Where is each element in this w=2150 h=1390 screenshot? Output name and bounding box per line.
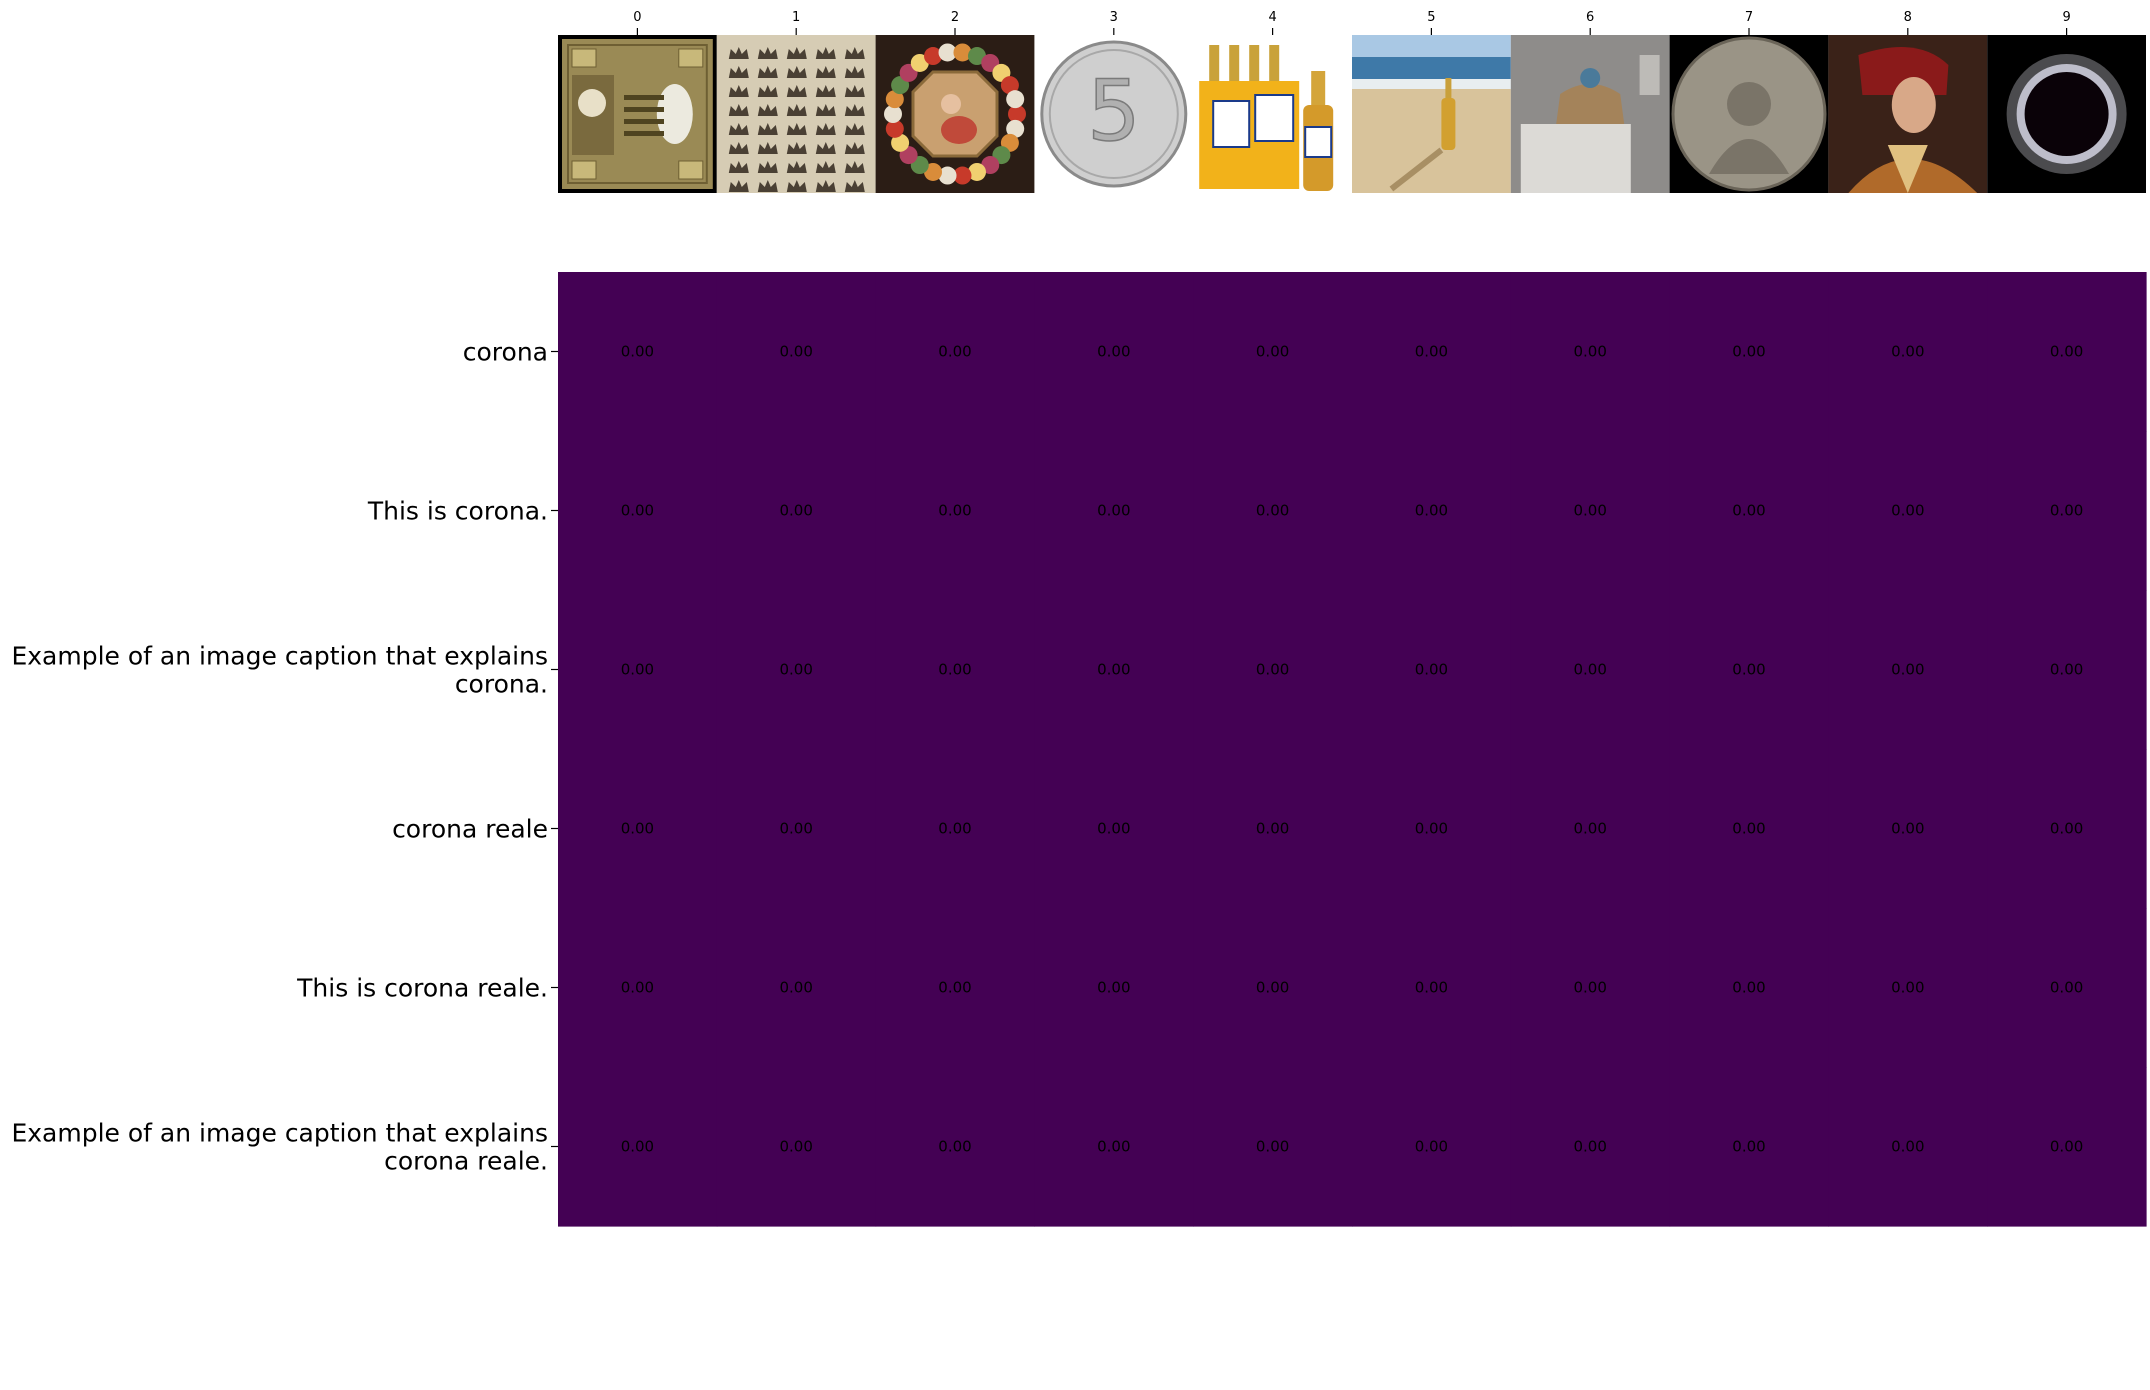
cell-value-label: 0.00 [2050,661,2083,679]
cell-value-label: 0.00 [1891,661,1924,679]
cell-value-label: 0.00 [1891,979,1924,997]
cell-value-label: 0.00 [1891,343,1924,361]
crown-display-icon [1510,35,1670,193]
y-tick-label: This is corona. [367,497,548,526]
cell-value-label: 0.00 [2050,343,2083,361]
cell-value-label: 0.00 [1097,979,1130,997]
y-tick-label: corona [463,338,548,367]
cell-value-label: 0.00 [1097,343,1130,361]
cell-value-label: 0.00 [2050,1138,2083,1156]
cell-value-label: 0.00 [1415,343,1448,361]
y-tick-label: corona reale [392,815,548,844]
x-axis: 0 1 2 3 4 5 6 7 8 9 [633,10,2071,35]
portrait-painting-icon [1828,35,1988,193]
beach-bottle-icon [1352,35,1511,193]
cell-value-label: 0.00 [621,979,654,997]
heatmap-chart: 5 0 1 2 3 4 5 6 7 8 9 0.00 0.00 0.00 0.00 0.00 0.00 0.0… [11,10,2147,1227]
x-tick-label: 3 [1110,10,1118,25]
cell-value-label: 0.00 [1732,1138,1765,1156]
cell-value-label: 0.00 [1732,661,1765,679]
cell-value-label: 0.00 [1573,820,1606,838]
cell-value-label: 0.00 [2050,820,2083,838]
cell-value-label: 0.00 [1891,820,1924,838]
x-tick-label: 9 [2062,10,2070,25]
image-strip: 5 [558,35,2146,193]
cell-value-label: 0.00 [1573,502,1606,520]
x-tick-label: 8 [1904,10,1912,25]
cell-value-label: 0.00 [1256,343,1289,361]
cell-value-label: 0.00 [779,820,812,838]
cell-value-label: 0.00 [1256,661,1289,679]
cell-value-label: 0.00 [938,502,971,520]
solar-eclipse-icon [1987,35,2146,193]
cell-value-label: 0.00 [1573,979,1606,997]
x-tick-label: 6 [1586,10,1594,25]
cell-value-label: 0.00 [1256,979,1289,997]
cell-value-label: 0.00 [1097,820,1130,838]
cell-value-label: 0.00 [621,820,654,838]
cell-value-label: 0.00 [621,343,654,361]
cell-value-label: 0.00 [2050,502,2083,520]
banknote-icon [558,35,717,193]
cell-value-label: 0.00 [1573,1138,1606,1156]
cell-value-label: 0.00 [1732,979,1765,997]
beer-bottles-icon [1193,35,1352,193]
cell-value-label: 0.00 [1573,343,1606,361]
cell-value-label: 0.00 [1415,820,1448,838]
cell-value-label: 0.00 [1415,979,1448,997]
cell-value-label: 0.00 [1256,502,1289,520]
y-tick-label: This is corona reale. [296,974,548,1003]
cell-value-label: 0.00 [938,820,971,838]
cell-value-label: 0.00 [1256,820,1289,838]
x-tick-label: 5 [1427,10,1435,25]
coin-icon: 5 [1040,40,1188,188]
x-tick-label: 7 [1745,10,1753,25]
cell-value-label: 0.00 [2050,979,2083,997]
cell-value-label: 0.00 [1415,1138,1448,1156]
cell-value-label: 0.00 [938,979,971,997]
cell-value-label: 0.00 [1732,820,1765,838]
cell-value-label: 0.00 [1891,1138,1924,1156]
cell-value-label: 0.00 [1097,1138,1130,1156]
y-axis: corona This is corona. Example of an image… [11,338,558,1176]
cell-value-label: 0.00 [1415,661,1448,679]
y-tick-label: Example of an image caption that explain… [11,1119,548,1176]
cell-value-label: 0.00 [1573,661,1606,679]
x-tick-label: 0 [633,10,641,25]
cell-value-label: 0.00 [779,661,812,679]
cell-value-label: 0.00 [1732,502,1765,520]
svg-text:5: 5 [1087,62,1140,160]
cell-value-label: 0.00 [1891,502,1924,520]
x-tick-label: 2 [951,10,959,25]
y-tick-label: Example of an image caption that explain… [11,642,548,699]
cell-value-label: 0.00 [779,979,812,997]
cell-value-label: 0.00 [779,343,812,361]
cell-value-label: 0.00 [779,502,812,520]
cell-value-label: 0.00 [621,1138,654,1156]
cell-value-label: 0.00 [621,661,654,679]
cell-value-label: 0.00 [1732,343,1765,361]
cell-value-label: 0.00 [938,343,971,361]
cell-value-label: 0.00 [621,502,654,520]
cell-value-label: 0.00 [779,1138,812,1156]
flower-wreath-painting-icon [875,35,1035,193]
x-tick-label: 4 [1268,10,1276,25]
coin-icon [1669,35,1829,193]
cell-value-label: 0.00 [938,1138,971,1156]
crowns-chart-icon [716,35,876,193]
cell-value-label: 0.00 [1097,502,1130,520]
heatmap-cells [558,272,2147,1227]
cell-value-label: 0.00 [1415,502,1448,520]
cell-value-label: 0.00 [938,661,971,679]
cell-value-label: 0.00 [1256,1138,1289,1156]
cell-value-label: 0.00 [1097,661,1130,679]
x-tick-label: 1 [792,10,800,25]
